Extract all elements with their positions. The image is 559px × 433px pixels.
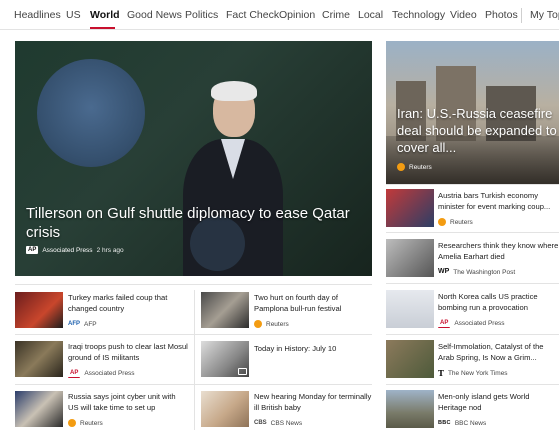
grid-headline[interactable]: Russia says joint cyber unit with US wil… [68, 391, 188, 413]
category-nav: Headlines US World Good News Politics Fa… [0, 0, 559, 30]
right-list-headline[interactable]: Self-Immolation, Catalyst of the Arab Sp… [438, 341, 559, 363]
source-name: BBC News [454, 419, 487, 427]
nav-item-video[interactable]: Video [450, 8, 477, 22]
right-list-source: Reuters [438, 218, 473, 226]
camera-icon [238, 368, 247, 375]
nav-item-local[interactable]: Local [358, 8, 383, 22]
nav-separator [521, 8, 522, 23]
reuters-logo-icon [254, 320, 262, 328]
nav-item-fact-check[interactable]: Fact Check [226, 8, 279, 22]
divider [386, 232, 559, 233]
nav-item-politics[interactable]: Politics [185, 8, 218, 22]
washington-post-logo-icon: WP [438, 268, 450, 275]
right-list-headline[interactable]: Men-only island gets World Heritage nod [438, 391, 559, 413]
reuters-logo-icon [397, 163, 405, 171]
nav-item-good-news[interactable]: Good News [127, 8, 182, 22]
source-name: Reuters [266, 320, 289, 328]
grid-source: Reuters [254, 320, 289, 328]
nav-item-my-top[interactable]: My Top [530, 8, 559, 22]
nav-active-indicator [90, 27, 115, 29]
nav-item-crime[interactable]: Crime [322, 8, 350, 22]
divider [386, 184, 559, 185]
story-thumbnail-austria[interactable] [386, 189, 434, 227]
right-list-source: BBC BBC News [438, 419, 486, 427]
right-list-headline[interactable]: Researchers think they know where Amelia… [438, 240, 559, 262]
nav-item-technology[interactable]: Technology [392, 8, 445, 22]
ap-logo-icon: AP [68, 369, 81, 378]
hero-headline[interactable]: Tillerson on Gulf shuttle diplomacy to e… [26, 204, 366, 242]
grid-source: AP Associated Press [68, 369, 135, 378]
afp-logo-icon: AFP [68, 321, 80, 327]
hero-source: AP Associated Press 2 hrs ago [26, 246, 124, 254]
grid-source: Reuters [68, 419, 103, 427]
grid-headline[interactable]: Two hurt on fourth day of Pamplona bull-… [254, 292, 372, 314]
ap-logo-icon: AP [438, 319, 451, 328]
nav-item-world[interactable]: World [90, 8, 120, 22]
nyt-logo-icon: T [438, 368, 444, 378]
right-list-source: AP Associated Press [438, 319, 505, 328]
nav-item-headlines[interactable]: Headlines [14, 8, 61, 22]
source-name: Reuters [450, 218, 473, 226]
hero-image-logo [37, 59, 145, 167]
grid-headline[interactable]: New hearing Monday for terminally ill Br… [254, 391, 372, 413]
divider [15, 334, 372, 335]
right-list-source: WP The Washington Post [438, 268, 515, 276]
grid-source: CBS CBS News [254, 419, 302, 427]
nav-item-photos[interactable]: Photos [485, 8, 518, 22]
story-thumbnail-island[interactable] [386, 390, 434, 428]
source-name: CBS News [270, 419, 303, 427]
story-thumbnail-today-in-history[interactable] [201, 341, 249, 377]
grid-source: AFP AFP [68, 320, 97, 328]
story-thumbnail-north-korea[interactable] [386, 290, 434, 328]
nav-item-opinion[interactable]: Opinion [279, 8, 315, 22]
side-feature-source-name: Reuters [409, 163, 432, 171]
cbs-logo-icon: CBS [254, 420, 267, 426]
ap-logo-icon: AP [26, 246, 39, 254]
right-list-headline[interactable]: Austria bars Turkish economy minister fo… [438, 190, 559, 212]
story-thumbnail-arab-spring[interactable] [386, 340, 434, 378]
divider [386, 384, 559, 385]
story-thumbnail-british-baby[interactable] [201, 391, 249, 427]
source-name: AFP [84, 320, 97, 328]
grid-headline[interactable]: Turkey marks failed coup that changed co… [68, 292, 188, 314]
source-name: The New York Times [447, 369, 508, 377]
divider [15, 284, 372, 285]
reuters-logo-icon [438, 218, 446, 226]
grid-headline[interactable]: Iraqi troops push to clear last Mosul gr… [68, 341, 188, 363]
source-name: Associated Press [454, 320, 505, 327]
right-list-headline[interactable]: North Korea calls US practice bombing ru… [438, 291, 559, 313]
right-list-source: T The New York Times [438, 369, 508, 377]
story-thumbnail-earhart[interactable] [386, 239, 434, 277]
side-feature-headline[interactable]: Iran: U.S.-Russia ceasefire deal should … [397, 105, 557, 156]
source-name: Associated Press [84, 370, 135, 377]
source-name: Reuters [80, 419, 103, 427]
nav-item-us[interactable]: US [66, 8, 81, 22]
divider [386, 283, 559, 284]
source-name: The Washington Post [453, 268, 516, 276]
grid-headline[interactable]: Today in History: July 10 [254, 343, 372, 354]
bbc-logo-icon: BBC [438, 420, 451, 426]
story-thumbnail-pamplona[interactable] [201, 292, 249, 328]
hero-timestamp: 2 hrs ago [96, 246, 124, 254]
story-thumbnail-mosul[interactable] [15, 341, 63, 377]
divider [15, 384, 372, 385]
reuters-logo-icon [68, 419, 76, 427]
divider [194, 290, 195, 430]
story-thumbnail-cyber-unit[interactable] [15, 391, 63, 427]
hero-source-name: Associated Press [42, 246, 93, 254]
divider [386, 334, 559, 335]
side-feature-source: Reuters [397, 163, 432, 171]
story-thumbnail-turkey-coup[interactable] [15, 292, 63, 328]
